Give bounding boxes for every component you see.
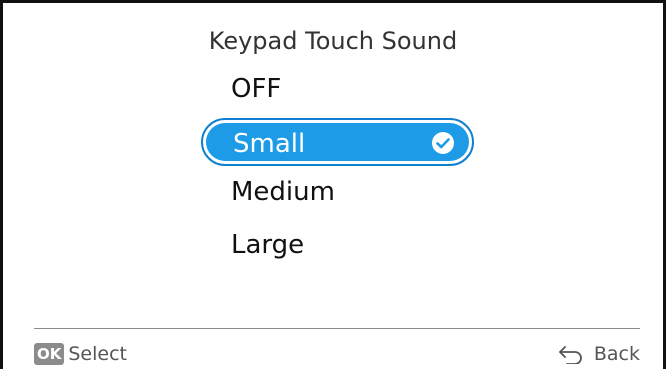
select-hint[interactable]: OK Select (34, 342, 127, 366)
back-label: Back (593, 343, 640, 365)
back-button[interactable]: Back (558, 342, 640, 366)
selection-highlight: Small (206, 123, 469, 161)
select-label: Select (68, 343, 127, 365)
option-medium[interactable]: Medium (231, 176, 335, 208)
keypad-touch-sound-screen: Keypad Touch Sound OFF Small Medium Larg… (0, 0, 666, 372)
footer-divider (34, 328, 640, 329)
back-arrow-icon (558, 346, 582, 364)
sound-level-menu: OFF Small Medium Large (0, 0, 666, 320)
ok-badge: OK (34, 343, 65, 365)
check-circle-icon (432, 132, 454, 154)
option-small[interactable]: Small (201, 118, 474, 166)
option-small-label: Small (233, 129, 306, 159)
option-large[interactable]: Large (231, 229, 304, 261)
option-off[interactable]: OFF (231, 73, 281, 105)
